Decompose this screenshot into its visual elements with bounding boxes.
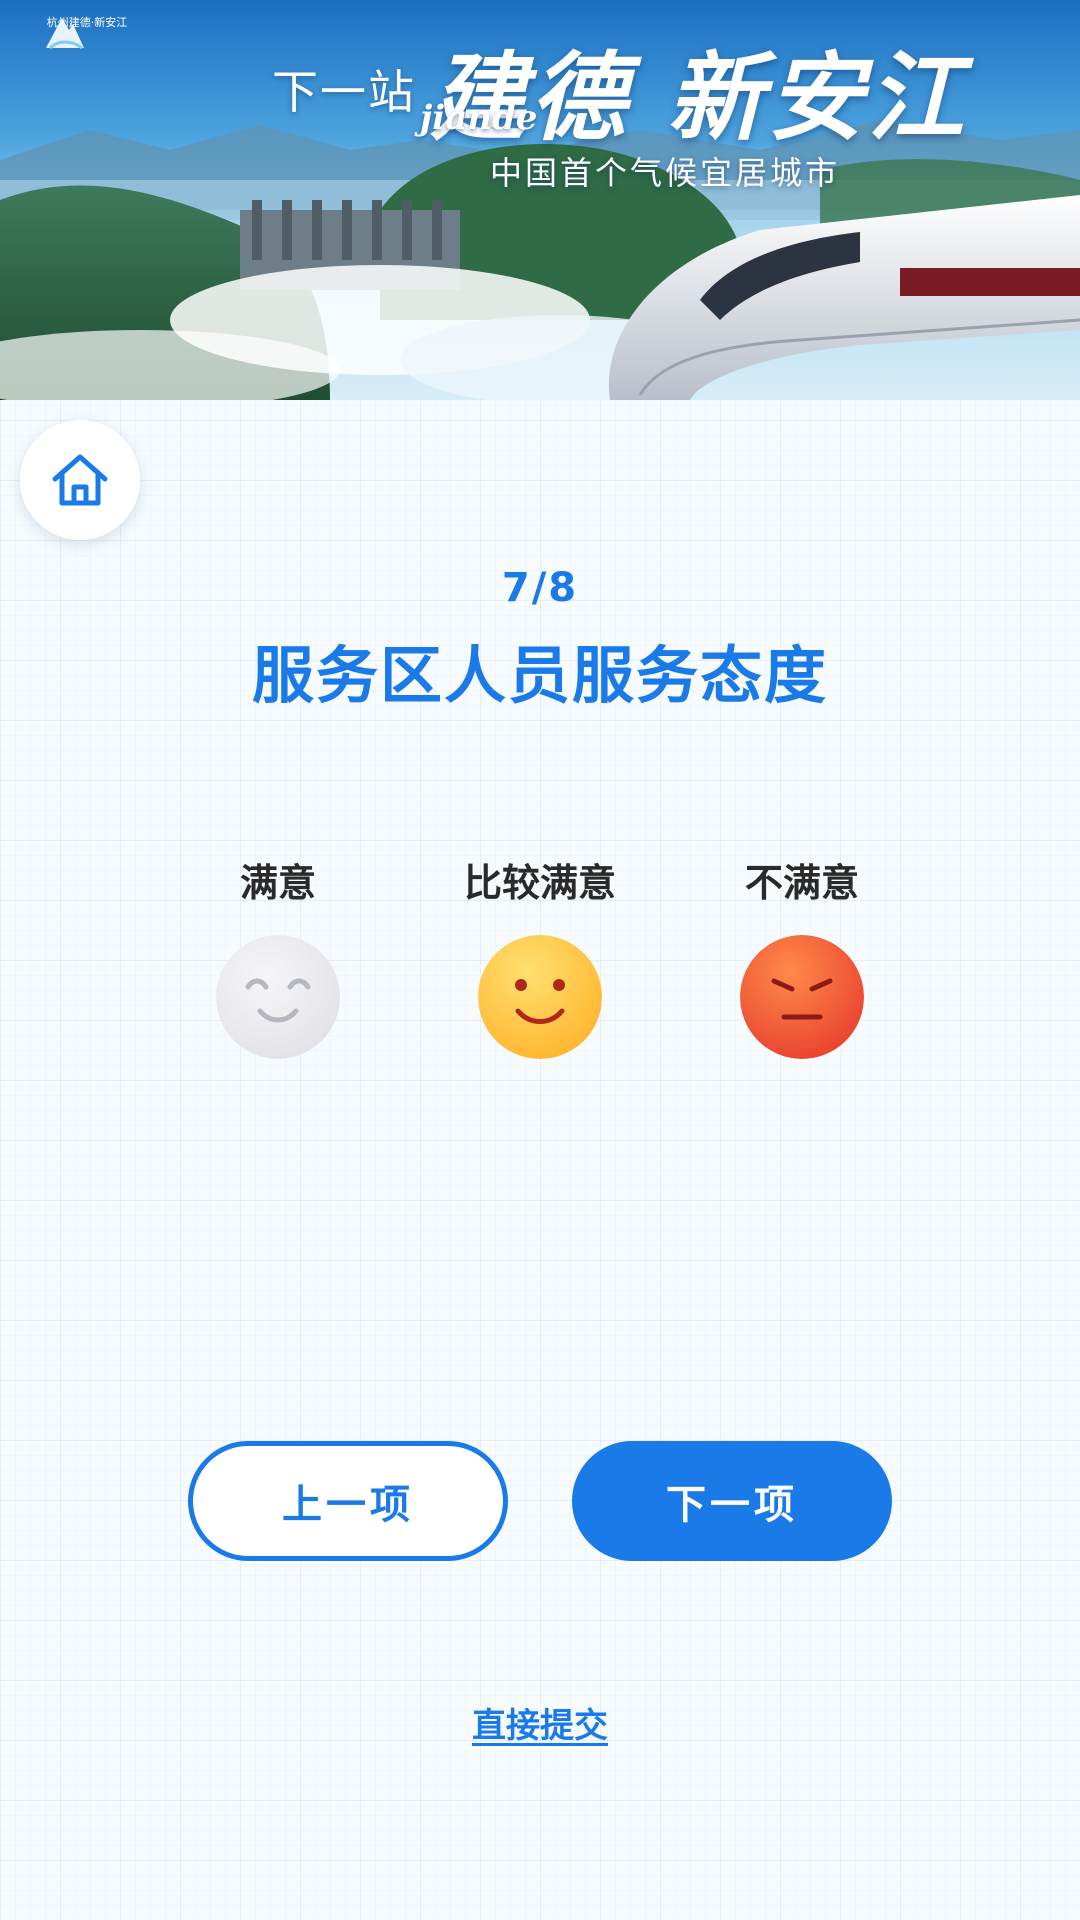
option-label: 比较满意 <box>463 861 616 905</box>
option-dissatisfied[interactable]: 不满意 <box>672 855 932 1063</box>
brand-logo: 杭州建德·新安江 <box>42 12 132 82</box>
banner-latin: jiande <box>420 98 538 138</box>
question-title: 服务区人员服务态度 <box>251 639 828 712</box>
option-label: 满意 <box>239 861 316 905</box>
mountain-logo-icon <box>46 18 84 50</box>
submit-link-container: 直接提交 <box>0 1698 1080 1747</box>
option-label: 不满意 <box>744 861 859 905</box>
home-button[interactable] <box>20 420 140 540</box>
next-button[interactable]: 下一项 <box>572 1441 892 1561</box>
option-satisfied[interactable]: 满意 <box>148 855 408 1063</box>
question-progress: 7/8 <box>501 565 579 611</box>
smile-face-icon <box>216 935 340 1059</box>
banner-place-name: 新安江 <box>667 41 968 154</box>
banner-prefix: 下一站 <box>272 65 416 119</box>
banner-subtitle: 中国首个气候宜居城市 <box>490 154 841 192</box>
happy-face-icon <box>478 935 602 1059</box>
header-banner: 杭州建德·新安江 下一站 建德 新安江 jiande 中国首个气候宜居城市 <box>0 0 1080 400</box>
home-icon <box>52 454 108 506</box>
banner-city: 建德 新安江 <box>430 20 967 159</box>
angry-face-icon <box>740 935 864 1059</box>
option-fairly-satisfied[interactable]: 比较满意 <box>410 855 670 1063</box>
direct-submit-link[interactable]: 直接提交 <box>472 1706 608 1746</box>
previous-button[interactable]: 上一项 <box>188 1441 508 1561</box>
